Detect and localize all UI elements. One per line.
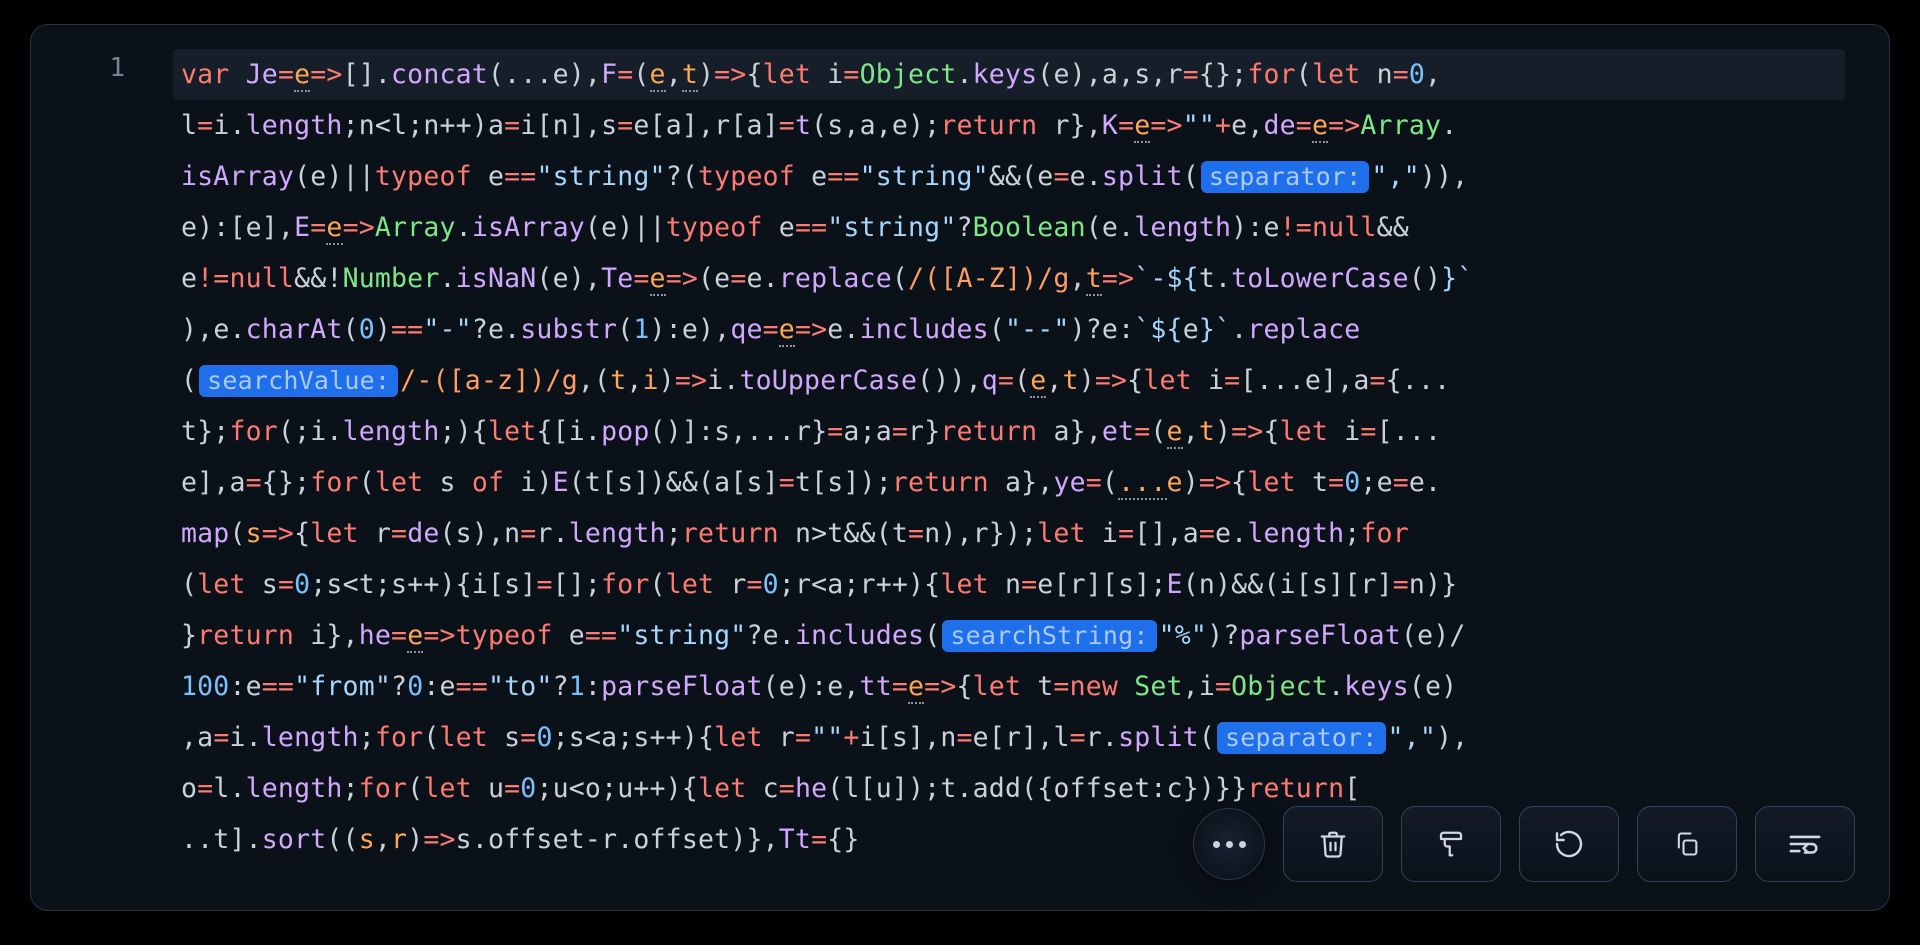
revert-button[interactable] bbox=[1519, 806, 1619, 882]
ellipsis-icon bbox=[1213, 841, 1246, 848]
inlay-hint-separator: separator: bbox=[1201, 161, 1370, 193]
line-number-gutter: 1 bbox=[31, 49, 181, 83]
format-button[interactable] bbox=[1401, 806, 1501, 882]
inlay-hint-searchstring: searchString: bbox=[942, 620, 1156, 652]
undo-icon bbox=[1553, 828, 1585, 860]
editor-toolbar bbox=[1193, 806, 1855, 882]
delete-button[interactable] bbox=[1283, 806, 1383, 882]
paintbrush-icon bbox=[1436, 828, 1466, 860]
copy-icon bbox=[1673, 828, 1701, 860]
code-editor-panel: 1 var Je=e=>[].concat(...e),F=(e,t)=>{le… bbox=[30, 24, 1890, 911]
kw-var: var bbox=[181, 59, 229, 90]
word-wrap-button[interactable] bbox=[1755, 806, 1855, 882]
wrap-icon bbox=[1788, 831, 1822, 857]
copy-button[interactable] bbox=[1637, 806, 1737, 882]
trash-icon bbox=[1318, 828, 1348, 860]
inlay-hint-separator-2: separator: bbox=[1217, 722, 1386, 754]
code-content[interactable]: var Je=e=>[].concat(...e),F=(e,t)=>{let … bbox=[181, 49, 1865, 865]
inlay-hint-searchvalue: searchValue: bbox=[199, 365, 398, 397]
more-actions-button[interactable] bbox=[1193, 808, 1265, 880]
line-number-1: 1 bbox=[109, 53, 125, 83]
